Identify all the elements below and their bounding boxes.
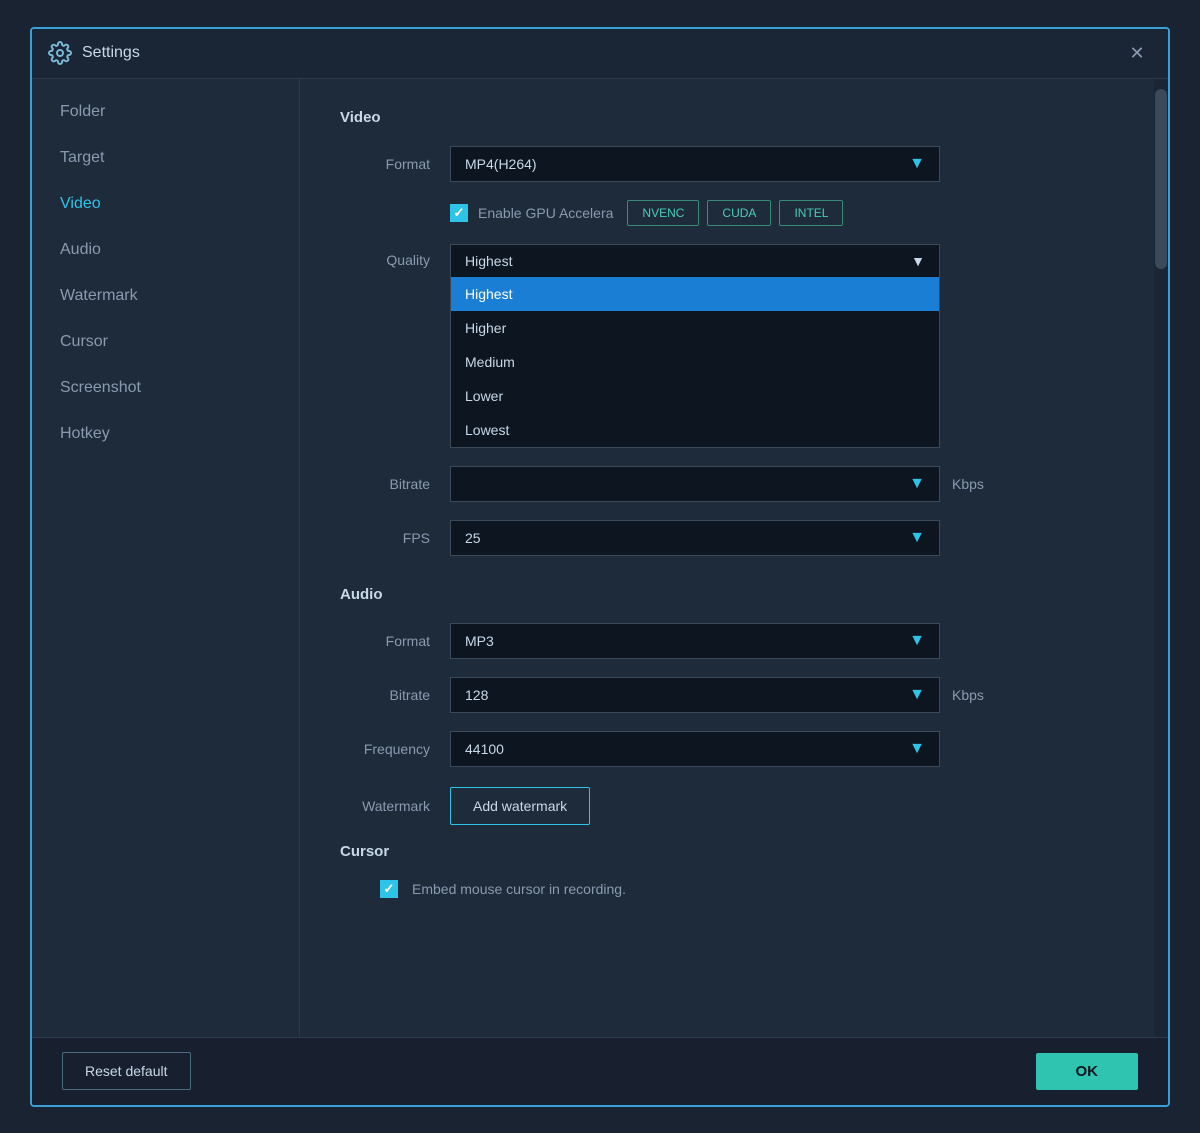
cursor-checkmark-icon: ✓	[384, 881, 395, 897]
sidebar-item-folder[interactable]: Folder	[32, 89, 299, 135]
cursor-section: Cursor ✓ Embed mouse cursor in recording…	[340, 843, 1128, 898]
frequency-label: Frequency	[340, 741, 430, 757]
main-content: Folder Target Video Audio Watermark Curs…	[32, 79, 1168, 1037]
ok-button[interactable]: OK	[1036, 1053, 1139, 1090]
fps-value: 25	[465, 530, 481, 546]
quality-dropdown[interactable]: Highest ▼ Highest Higher Medium Lower Lo…	[450, 244, 940, 448]
window-title: Settings	[82, 44, 1122, 62]
quality-option-lower[interactable]: Lower	[451, 379, 939, 413]
watermark-section: Watermark Add watermark	[340, 787, 1128, 825]
reset-default-button[interactable]: Reset default	[62, 1052, 191, 1090]
cursor-section-title: Cursor	[340, 843, 1128, 860]
video-section-title: Video	[340, 109, 1128, 126]
scrollbar-thumb[interactable]	[1155, 89, 1167, 269]
frequency-select[interactable]: 44100 ▼	[450, 731, 940, 767]
audio-format-label: Format	[340, 633, 430, 649]
checkmark-icon: ✓	[454, 205, 465, 221]
quality-option-higher[interactable]: Higher	[451, 311, 939, 345]
video-format-value: MP4(H264)	[465, 156, 537, 172]
add-watermark-button[interactable]: Add watermark	[450, 787, 590, 825]
audio-bitrate-arrow: ▼	[909, 686, 925, 704]
fps-select[interactable]: 25 ▼	[450, 520, 940, 556]
watermark-row: Watermark Add watermark	[340, 787, 1128, 825]
audio-section-title: Audio	[340, 586, 1128, 603]
audio-bitrate-row: Bitrate 128 ▼ Kbps	[340, 677, 1128, 713]
quality-header[interactable]: Highest ▼	[450, 244, 940, 277]
quality-selected-value: Highest	[465, 253, 512, 269]
frequency-value: 44100	[465, 741, 504, 757]
gpu-row: ✓ Enable GPU Accelera NVENC CUDA INTEL	[450, 200, 1128, 226]
cuda-button[interactable]: CUDA	[707, 200, 771, 226]
video-format-select[interactable]: MP4(H264) ▼	[450, 146, 940, 182]
audio-format-arrow: ▼	[909, 632, 925, 650]
quality-option-medium[interactable]: Medium	[451, 345, 939, 379]
nvenc-button[interactable]: NVENC	[627, 200, 699, 226]
cursor-embed-label: Embed mouse cursor in recording.	[412, 881, 626, 897]
fps-label: FPS	[340, 530, 430, 546]
video-format-row: Format MP4(H264) ▼	[340, 146, 1128, 182]
sidebar-item-hotkey[interactable]: Hotkey	[32, 411, 299, 457]
audio-bitrate-label: Bitrate	[340, 687, 430, 703]
settings-window: Settings ✕ Folder Target Video Audio Wat…	[30, 27, 1170, 1107]
fps-row: FPS 25 ▼	[340, 520, 1128, 556]
audio-format-value: MP3	[465, 633, 494, 649]
sidebar-item-video[interactable]: Video	[32, 181, 299, 227]
video-bitrate-unit: Kbps	[952, 476, 984, 492]
watermark-label: Watermark	[340, 798, 430, 814]
video-bitrate-select[interactable]: ▼	[450, 466, 940, 502]
sidebar-item-target[interactable]: Target	[32, 135, 299, 181]
fps-arrow: ▼	[909, 529, 925, 547]
quality-option-lowest[interactable]: Lowest	[451, 413, 939, 447]
quality-option-highest[interactable]: Highest	[451, 277, 939, 311]
content-area: Video Format MP4(H264) ▼ ✓ Enable GPU Ac…	[300, 79, 1168, 1037]
cursor-checkbox-row: ✓ Embed mouse cursor in recording.	[380, 880, 1128, 898]
frequency-row: Frequency 44100 ▼	[340, 731, 1128, 767]
footer: Reset default OK	[32, 1037, 1168, 1105]
quality-list: Highest Higher Medium Lower Lowest	[450, 277, 940, 448]
video-bitrate-row: Bitrate ▼ Kbps	[340, 466, 1128, 502]
quality-row: Quality Highest ▼ Highest Higher Medium …	[340, 244, 1128, 448]
audio-bitrate-unit: Kbps	[952, 687, 984, 703]
quality-label: Quality	[340, 252, 430, 268]
sidebar-item-screenshot[interactable]: Screenshot	[32, 365, 299, 411]
intel-button[interactable]: INTEL	[779, 200, 843, 226]
audio-section: Audio Format MP3 ▼ Bitrate 128 ▼ Kbps	[340, 586, 1128, 767]
cursor-checkbox[interactable]: ✓	[380, 880, 398, 898]
gpu-checkbox[interactable]: ✓	[450, 204, 468, 222]
video-format-arrow: ▼	[909, 155, 925, 173]
quality-arrow: ▼	[911, 253, 925, 269]
sidebar-item-audio[interactable]: Audio	[32, 227, 299, 273]
gpu-label: Enable GPU Accelera	[478, 205, 613, 221]
video-format-label: Format	[340, 156, 430, 172]
video-bitrate-arrow: ▼	[909, 475, 925, 493]
close-button[interactable]: ✕	[1122, 38, 1152, 68]
audio-format-row: Format MP3 ▼	[340, 623, 1128, 659]
title-bar: Settings ✕	[32, 29, 1168, 79]
audio-bitrate-value: 128	[465, 687, 488, 703]
settings-icon	[48, 41, 72, 65]
scrollbar-track[interactable]	[1154, 79, 1168, 1037]
audio-bitrate-select[interactable]: 128 ▼	[450, 677, 940, 713]
sidebar-item-watermark[interactable]: Watermark	[32, 273, 299, 319]
sidebar-item-cursor[interactable]: Cursor	[32, 319, 299, 365]
sidebar: Folder Target Video Audio Watermark Curs…	[32, 79, 300, 1037]
frequency-arrow: ▼	[909, 740, 925, 758]
audio-format-select[interactable]: MP3 ▼	[450, 623, 940, 659]
video-bitrate-label: Bitrate	[340, 476, 430, 492]
